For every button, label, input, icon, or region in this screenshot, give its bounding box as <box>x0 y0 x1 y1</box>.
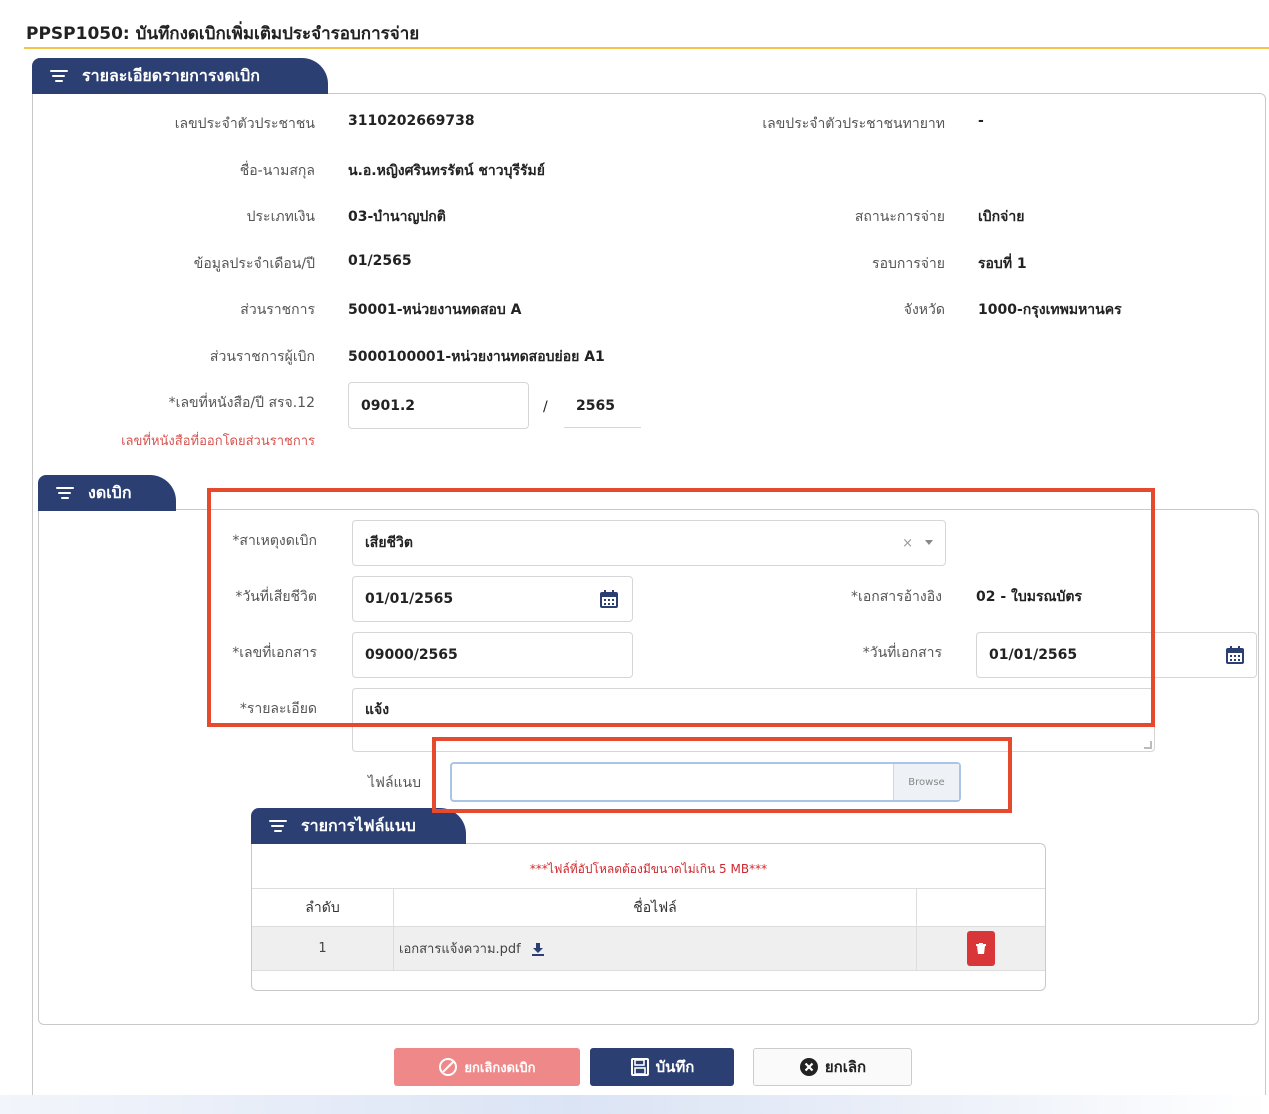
filename-link[interactable]: เอกสารแจ้งความ.pdf <box>399 938 521 959</box>
column-header-filename: ชื่อไฟล์ <box>394 889 917 926</box>
details-panel-title: รายละเอียดรายการงดเบิก <box>82 65 260 85</box>
letter-note: เลขที่หนังสือที่ออกโดยส่วนราชการ <box>121 434 315 449</box>
table-header: ลำดับ ชื่อไฟล์ <box>252 888 1045 927</box>
column-header-no: ลำดับ <box>252 889 394 926</box>
ban-icon <box>439 1058 458 1076</box>
money-type-label: ประเภทเงิน <box>246 209 315 225</box>
payment-status-label: สถานะการจ่าย <box>854 209 945 225</box>
payment-status-value: เบิกจ่าย <box>978 209 1025 225</box>
letter-separator: / <box>543 399 548 415</box>
highlight-frame-form <box>207 488 1155 727</box>
disbursing-agency-label: ส่วนราชการผู้เบิก <box>209 349 315 365</box>
month-year-label: ข้อมูลประจำเดือน/ปี <box>193 256 315 272</box>
save-label: บันทึก <box>655 1058 695 1076</box>
menu-icon <box>56 486 74 500</box>
citizen-id-value: 3110202669738 <box>348 113 475 129</box>
menu-icon <box>50 69 68 83</box>
cancel-label: ยกเลิก <box>824 1058 867 1076</box>
letter-no-input[interactable]: 0901.2 <box>348 382 529 429</box>
heir-citizen-id-label: เลขประจำตัวประชาชนทายาท <box>762 116 945 132</box>
highlight-frame-attachment <box>432 737 1012 813</box>
cancel-suspend-label: ยกเลิกงดเบิก <box>464 1060 536 1076</box>
file-size-warning: ***ไฟล์ที่อัปโหลดต้องมีขนาดไม่เกิน 5 MB*… <box>529 862 768 876</box>
page-title: PPSP1050: บันทึกงดเบิกเพิ่มเติมประจำรอบก… <box>26 24 420 44</box>
files-table: ลำดับ ชื่อไฟล์ 1 เอกสารแจ้งความ.pdf <box>252 888 1045 971</box>
full-name-label: ชื่อ-นามสกุล <box>239 163 315 179</box>
full-name-value: น.อ.หญิงศรินทรรัตน์ ชาวบุรีรัมย์ <box>348 163 545 179</box>
agency-value: 50001-หน่วยงานทดสอบ A <box>348 302 522 318</box>
payment-round-label: รอบการจ่าย <box>872 256 945 272</box>
menu-icon <box>269 819 287 833</box>
letter-year-input[interactable]: 2565 <box>564 384 641 428</box>
resize-handle-icon[interactable] <box>1144 741 1152 749</box>
suspend-panel-tab: งดเบิก <box>38 475 176 511</box>
filename-cell: เอกสารแจ้งความ.pdf <box>394 927 917 970</box>
download-icon[interactable] <box>531 942 545 956</box>
attachment-label: ไฟล์แนบ <box>367 775 421 791</box>
calendar-icon[interactable] <box>1225 645 1245 665</box>
close-circle-icon <box>799 1058 818 1076</box>
letter-no-label: *เลขที่หนังสือ/ปี สรจ.12 <box>168 395 315 411</box>
suspend-panel-title: งดเบิก <box>88 482 132 502</box>
agency-label: ส่วนราชการ <box>240 302 315 318</box>
province-value: 1000-กรุงเทพมหานคร <box>978 302 1122 318</box>
trash-icon <box>976 943 986 954</box>
citizen-id-label: เลขประจำตัวประชาชน <box>174 116 315 132</box>
delete-button[interactable] <box>967 931 995 966</box>
cancel-suspend-button[interactable]: ยกเลิกงดเบิก <box>394 1048 580 1086</box>
save-button[interactable]: บันทึก <box>590 1048 734 1086</box>
title-divider <box>24 47 1269 49</box>
attachments-panel-title: รายการไฟล์แนบ <box>301 815 416 835</box>
bottom-decoration <box>0 1095 1269 1114</box>
action-cell <box>917 927 1045 970</box>
cancel-button[interactable]: ยกเลิก <box>753 1048 912 1086</box>
disbursing-agency-value: 5000100001-หน่วยงานทดสอบย่อย A1 <box>348 349 605 365</box>
details-panel-tab: รายละเอียดรายการงดเบิก <box>32 58 328 94</box>
month-year-value: 01/2565 <box>348 253 412 269</box>
save-icon <box>630 1058 649 1076</box>
heir-citizen-id-value: - <box>978 113 984 129</box>
row-number: 1 <box>252 927 394 970</box>
table-row: 1 เอกสารแจ้งความ.pdf <box>252 927 1045 971</box>
column-header-action <box>917 889 1045 926</box>
money-type-value: 03-บำนาญปกติ <box>348 209 446 225</box>
payment-round-value: รอบที่ 1 <box>978 256 1027 272</box>
attachments-panel-tab: รายการไฟล์แนบ <box>251 808 466 844</box>
province-label: จังหวัด <box>903 302 945 318</box>
